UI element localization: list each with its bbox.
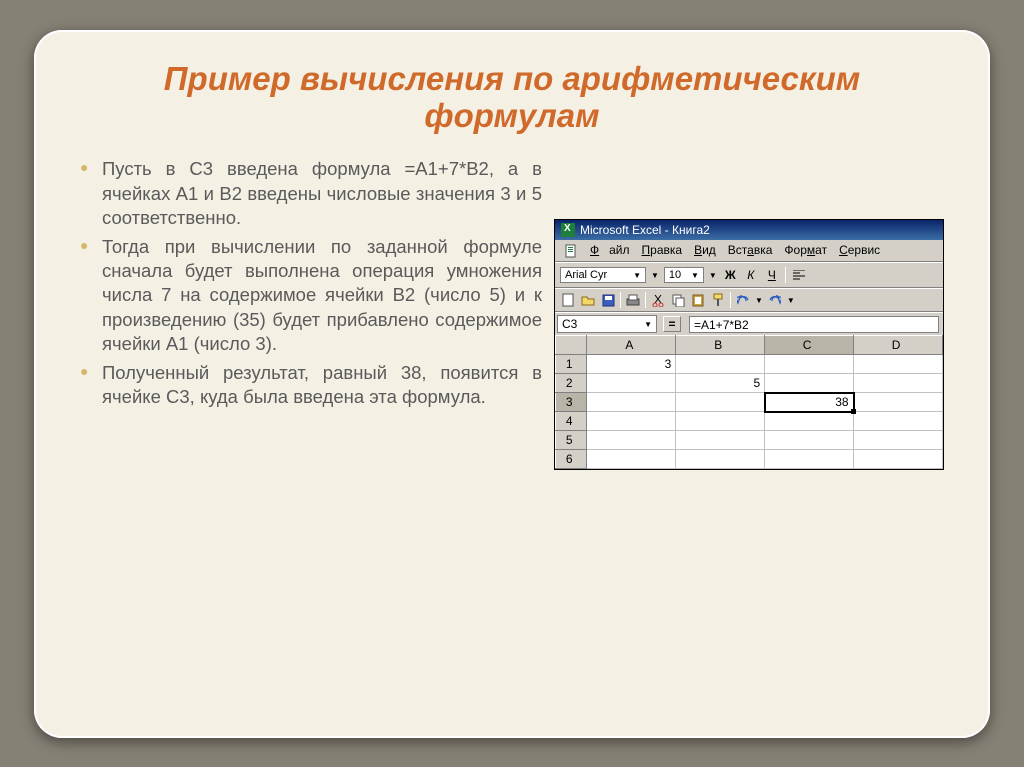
chevron-down-icon[interactable]: ▼ [787,296,795,305]
row-header[interactable]: 2 [556,374,587,393]
cell-a1[interactable]: 3 [587,355,676,374]
menu-view[interactable]: Вид [689,242,721,259]
column-header[interactable]: A [587,336,676,355]
font-name: Arial Cyr [565,269,607,281]
font-selector[interactable]: Arial Cyr ▼ [560,267,646,283]
name-box[interactable]: C3 ▼ [557,315,657,333]
column-header[interactable]: B [676,336,765,355]
bold-button[interactable]: Ж [722,266,738,284]
save-icon[interactable] [600,292,616,308]
excel-app-icon [561,223,575,237]
cell-b3[interactable] [676,393,765,412]
row-header[interactable]: 3 [556,393,587,412]
print-icon[interactable] [625,292,641,308]
cell-d1[interactable] [854,355,943,374]
cell-c1[interactable] [765,355,854,374]
row-header[interactable]: 6 [556,450,587,469]
cut-icon[interactable] [650,292,666,308]
fontsize-selector[interactable]: 10 ▼ [664,267,704,283]
cell-a5[interactable] [587,431,676,450]
cell-c2[interactable] [765,374,854,393]
bullet-item: Тогда при вычислении по заданной формуле… [80,235,542,357]
excel-screenshot: Microsoft Excel - Книга2 Файл Правка Вид… [554,157,944,470]
new-icon[interactable] [560,292,576,308]
spreadsheet-grid[interactable]: A B C D 1 3 2 5 [555,335,943,469]
formula-input[interactable]: =A1+7*B2 [689,316,939,333]
slide-title: Пример вычисления по арифметическим форм… [80,60,944,136]
excel-window-title: Microsoft Excel - Книга2 [580,223,710,237]
row-header[interactable]: 1 [556,355,587,374]
toolbar-divider [730,292,731,308]
formula-bar: C3 ▼ = =A1+7*B2 [555,312,943,335]
slide: Пример вычисления по арифметическим форм… [34,30,990,738]
excel-titlebar: Microsoft Excel - Книга2 [555,220,943,240]
cell-d2[interactable] [854,374,943,393]
font-size: 10 [669,269,681,281]
cell-d3[interactable] [854,393,943,412]
toolbar-divider [620,292,621,308]
chevron-down-icon[interactable]: ▼ [709,271,717,280]
underline-button[interactable]: Ч [764,266,780,284]
column-header[interactable]: C [765,336,854,355]
cell-a2[interactable] [587,374,676,393]
menu-file[interactable]: Файл [585,242,635,259]
toolbar-divider [785,267,786,283]
chevron-down-icon: ▼ [633,271,641,280]
italic-button[interactable]: К [743,266,759,284]
chevron-down-icon[interactable]: ▼ [651,271,659,280]
formatting-toolbar: Arial Cyr ▼ ▼ 10 ▼ ▼ Ж К Ч [555,262,943,288]
row-header[interactable]: 4 [556,412,587,431]
bullet-item: Полученный результат, равный 38, появитс… [80,361,542,410]
fx-button[interactable]: = [663,316,681,332]
chevron-down-icon[interactable]: ▼ [755,296,763,305]
undo-icon[interactable] [735,292,751,308]
menu-edit[interactable]: Правка [637,242,688,259]
open-icon[interactable] [580,292,596,308]
format-painter-icon[interactable] [710,292,726,308]
column-header[interactable]: D [854,336,943,355]
chevron-down-icon: ▼ [691,271,699,280]
cell-a3[interactable] [587,393,676,412]
cell-b1[interactable] [676,355,765,374]
active-cell-ref: C3 [562,317,577,331]
toolbar-divider [645,292,646,308]
excel-menubar: Файл Правка Вид Вставка Формат Сервис [555,240,943,262]
select-all-corner[interactable] [556,336,587,355]
standard-toolbar: ▼ ▼ [555,288,943,312]
align-left-icon[interactable] [791,267,807,283]
chevron-down-icon: ▼ [644,320,652,329]
cell-a4[interactable] [587,412,676,431]
cell-c3-selected[interactable]: 38 [765,393,854,412]
document-icon [559,242,583,259]
cell-a6[interactable] [587,450,676,469]
menu-format[interactable]: Формат [779,242,832,259]
row-header[interactable]: 5 [556,431,587,450]
menu-service[interactable]: Сервис [834,242,885,259]
excel-window: Microsoft Excel - Книга2 Файл Правка Вид… [554,219,944,470]
paste-icon[interactable] [690,292,706,308]
bullet-item: Пусть в C3 введена формула =A1+7*B2, а в… [80,157,542,230]
copy-icon[interactable] [670,292,686,308]
cell-b2[interactable]: 5 [676,374,765,393]
menu-insert[interactable]: Вставка [723,242,778,259]
redo-icon[interactable] [767,292,783,308]
text-column: Пусть в C3 введена формула =A1+7*B2, а в… [80,157,542,470]
slide-body: Пусть в C3 введена формула =A1+7*B2, а в… [80,157,944,470]
